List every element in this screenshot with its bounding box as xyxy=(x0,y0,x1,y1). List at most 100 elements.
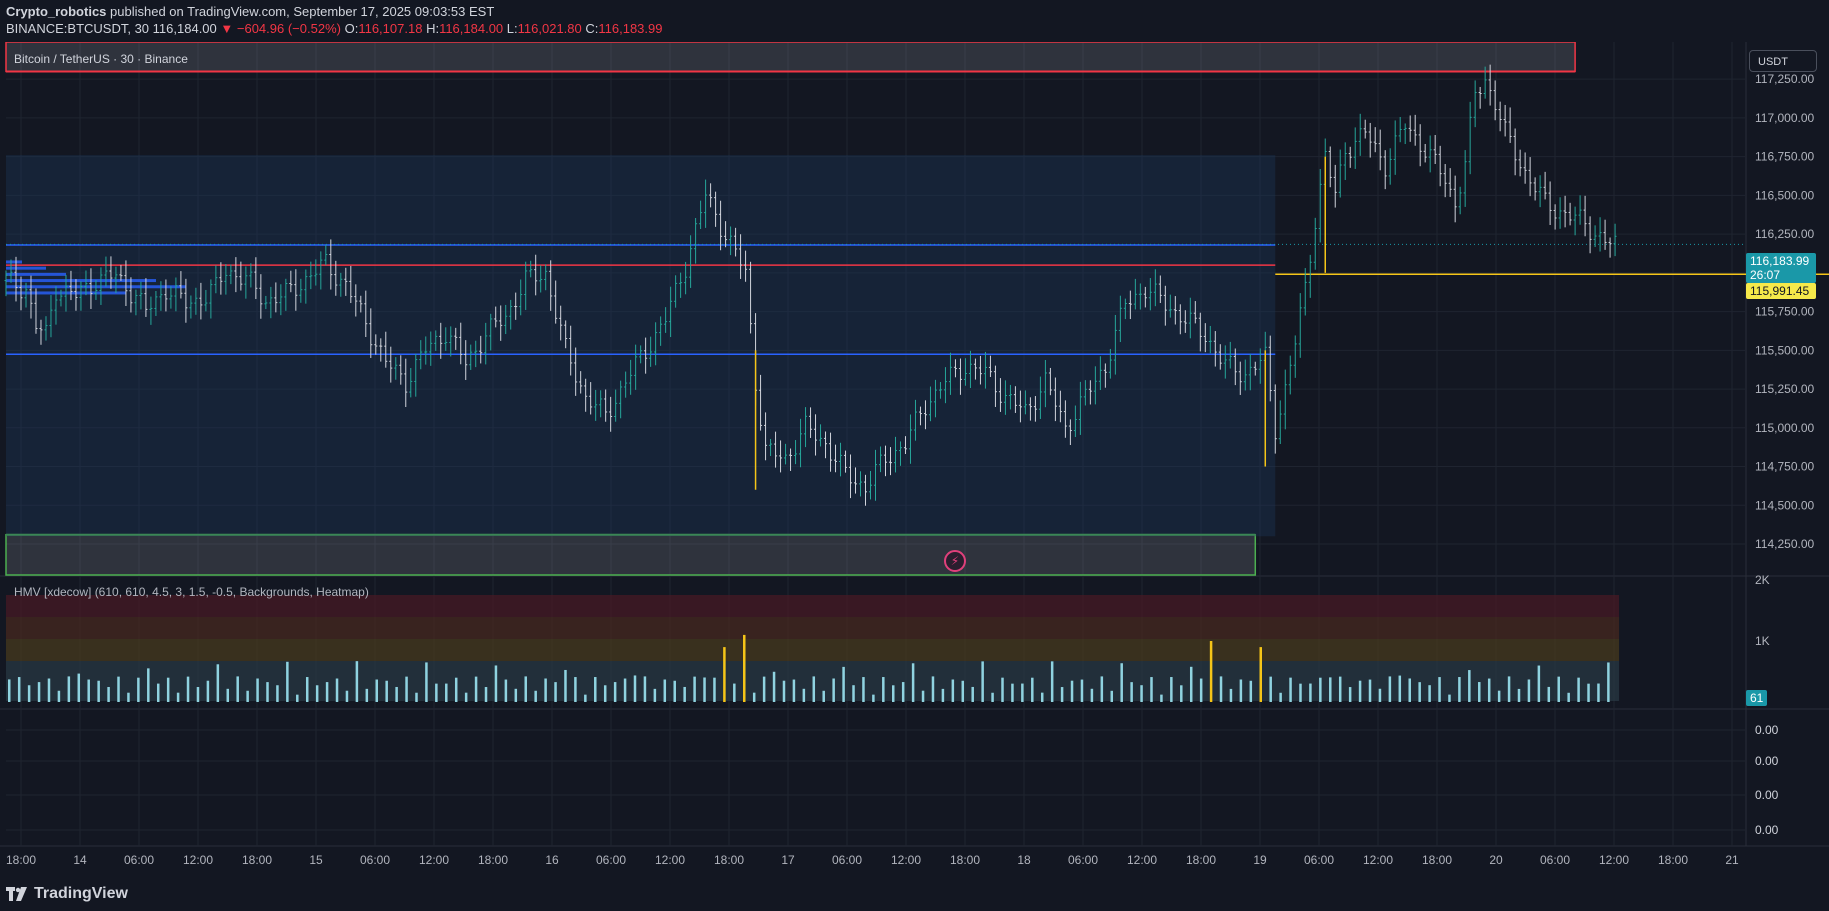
volume-value-tag: 61 xyxy=(1746,690,1768,706)
volume-bar xyxy=(1110,690,1114,702)
volume-bar xyxy=(812,676,816,702)
volume-bar xyxy=(1100,676,1104,702)
volume-bar xyxy=(653,688,657,702)
lower-tick-label: 0.00 xyxy=(1755,754,1779,768)
volume-bar xyxy=(872,694,875,702)
volume-tick-label: 2K xyxy=(1755,573,1770,587)
volume-bar xyxy=(1289,677,1292,702)
price-tick-label: 115,750.00 xyxy=(1755,305,1814,319)
volume-bar xyxy=(87,679,90,702)
volume-bar xyxy=(176,692,180,702)
volume-bar xyxy=(1309,683,1312,702)
time-tick-label: 18:00 xyxy=(1658,853,1688,867)
volume-bar xyxy=(17,677,21,702)
level-price-tag: 115,991.45 xyxy=(1746,283,1816,299)
support-zone xyxy=(5,533,1257,576)
volume-bar xyxy=(1259,647,1263,702)
author-name[interactable]: Crypto_robotics xyxy=(6,4,106,19)
volume-bar xyxy=(852,685,855,702)
volume-bar xyxy=(395,686,398,702)
volume-bar xyxy=(1130,682,1133,702)
volume-bar xyxy=(643,676,647,702)
chart-canvas[interactable]: 117,250.00 117,000.00 116,750.00 116,500.00… xyxy=(0,0,1829,911)
volume-bar xyxy=(1060,687,1064,702)
volume-bar xyxy=(1329,677,1332,702)
volume-bar xyxy=(137,677,140,702)
high-label: H: xyxy=(426,21,440,36)
price-tick-label: 117,000.00 xyxy=(1755,111,1814,125)
volume-bar xyxy=(474,676,478,702)
volume-bar xyxy=(574,677,577,702)
volume-bar xyxy=(1011,683,1014,702)
lower-tick-label: 0.00 xyxy=(1755,723,1779,737)
time-tick-label: 12:00 xyxy=(419,853,449,867)
volume-bar xyxy=(1189,666,1193,702)
volume-bar xyxy=(286,661,289,702)
volume-bar xyxy=(454,677,458,702)
volume-bar xyxy=(1388,676,1392,702)
volume-bar xyxy=(941,688,945,702)
volume-bar xyxy=(385,680,388,702)
lower-tick-label: 0.00 xyxy=(1755,823,1779,837)
volume-bar xyxy=(305,677,309,702)
indicator-title[interactable]: HMV [xdecow] (610, 610, 4.5, 3, 1.5, -0.… xyxy=(14,585,369,599)
volume-bar xyxy=(1348,687,1352,702)
chart-header: Crypto_robotics published on TradingView… xyxy=(0,0,1829,42)
volume-bar xyxy=(1219,676,1223,702)
volume-bar xyxy=(1577,677,1580,702)
time-tick-label: 12:00 xyxy=(1599,853,1629,867)
volume-bar xyxy=(514,688,518,702)
close-value: 116,183.99 xyxy=(598,21,663,36)
volume-bar xyxy=(1358,680,1362,702)
low-label: L: xyxy=(506,21,518,36)
volume-bar xyxy=(236,676,239,702)
volume-bar xyxy=(613,682,617,702)
time-tick-label: 20 xyxy=(1489,853,1503,867)
volume-bar xyxy=(981,661,984,702)
volume-bar xyxy=(1487,678,1491,702)
volume-bar xyxy=(57,690,61,702)
time-tick-label: 06:00 xyxy=(360,853,390,867)
volume-bar xyxy=(1150,677,1153,702)
volume-bar xyxy=(554,682,557,702)
lightning-icon[interactable]: ⚡ xyxy=(944,550,966,572)
volume-bar xyxy=(1557,676,1560,702)
time-tick-label: 21 xyxy=(1725,853,1739,867)
last-price-tag-value: 116,183.99 xyxy=(1750,254,1810,268)
volume-bar xyxy=(435,683,438,702)
volume-bar xyxy=(743,634,746,702)
volume-bar xyxy=(1497,690,1501,702)
tradingview-brand: TradingView xyxy=(34,885,128,902)
lower-tick-label: 0.00 xyxy=(1755,788,1779,802)
volume-bar xyxy=(77,673,81,702)
volume-bar xyxy=(246,690,249,702)
time-tick-label: 06:00 xyxy=(1068,853,1098,867)
publish-info: published on TradingView.com, September … xyxy=(110,4,495,19)
volume-bar xyxy=(1607,662,1610,702)
volume-bar xyxy=(226,688,230,702)
volume-bar xyxy=(196,687,200,702)
currency-button[interactable]: USDT xyxy=(1749,50,1817,72)
volume-bar xyxy=(971,686,974,702)
volume-bar xyxy=(603,685,607,702)
time-tick-label: 18:00 xyxy=(1422,853,1452,867)
volume-bar xyxy=(315,685,319,702)
time-tick-label: 18:00 xyxy=(242,853,272,867)
volume-bar xyxy=(623,678,627,702)
volume-bar xyxy=(1140,685,1143,702)
tradingview-logo[interactable]: TradingView xyxy=(6,885,128,903)
volume-bar xyxy=(584,694,587,702)
time-tick-label: 19 xyxy=(1253,853,1267,867)
time-tick-label: 18:00 xyxy=(714,853,744,867)
volume-bar xyxy=(762,676,766,702)
open-value: 116,107.18 xyxy=(358,21,423,36)
volume-bar xyxy=(1597,683,1600,702)
low-value: 116,021.80 xyxy=(517,21,582,36)
time-axis: 18:00 14 06:00 12:00 18:00 15 06:00 12:00 18:00 1… xyxy=(6,853,1739,867)
volume-bar xyxy=(673,680,676,702)
volume-bar xyxy=(1507,676,1511,702)
volume-bar xyxy=(445,683,448,702)
time-tick-label: 15 xyxy=(309,853,323,867)
volume-bar xyxy=(127,692,130,702)
volume-bar xyxy=(464,692,468,702)
